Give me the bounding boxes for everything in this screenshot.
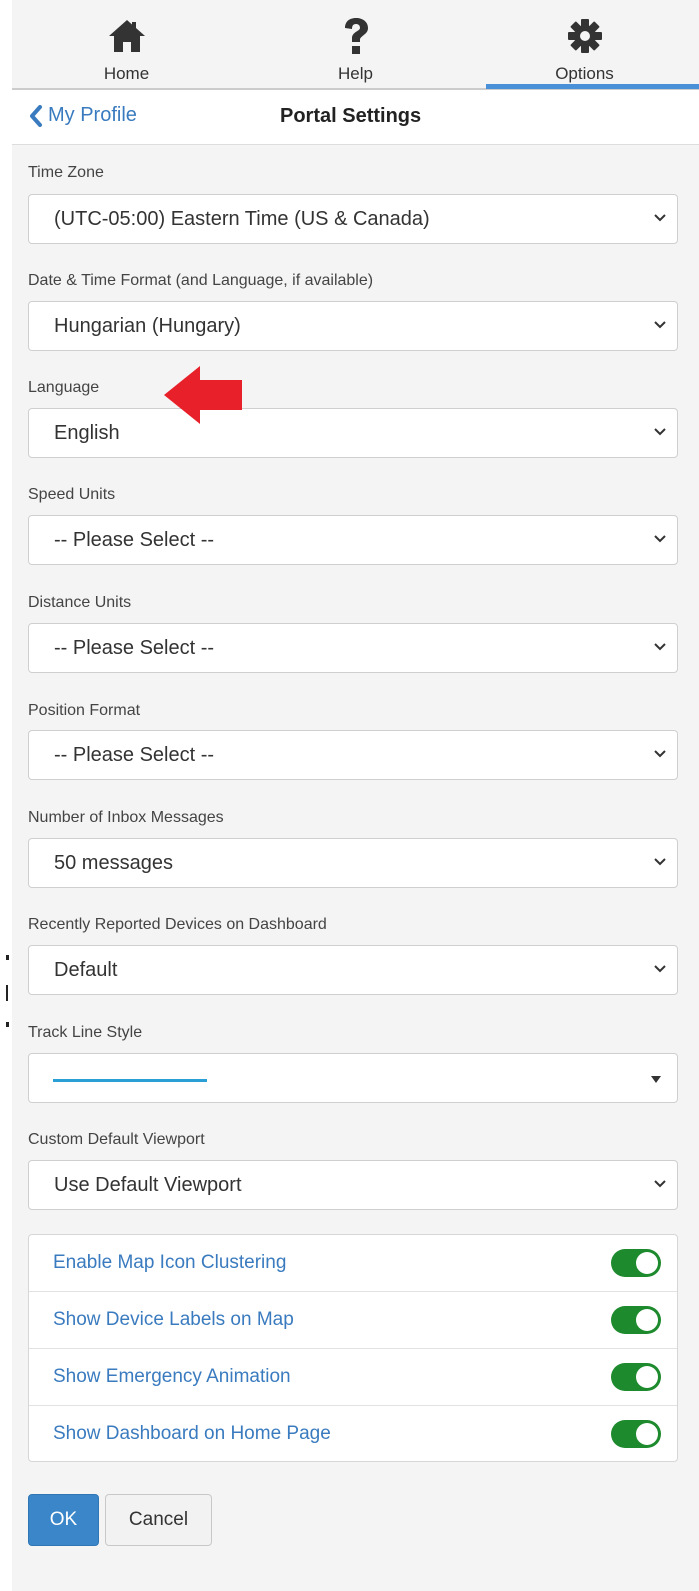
- distance-units-select[interactable]: -- Please Select --: [28, 623, 678, 673]
- chevron-down-icon: [654, 858, 666, 866]
- default-viewport-value: Use Default Viewport: [54, 1174, 242, 1196]
- switch-knob: [636, 1423, 658, 1445]
- toggle-row-device-labels: Show Device Labels on Map: [29, 1292, 677, 1349]
- toggle-label: Enable Map Icon Clustering: [53, 1252, 287, 1273]
- active-tab-indicator: [486, 84, 699, 89]
- nav-options[interactable]: Options: [470, 8, 699, 89]
- nav-help-label: Help: [338, 64, 373, 83]
- toggle-switch-emergency-animation[interactable]: [611, 1363, 661, 1391]
- back-link-label: My Profile: [48, 104, 137, 126]
- page-title: Portal Settings: [280, 105, 422, 127]
- chevron-down-icon: [654, 535, 666, 543]
- back-link-my-profile[interactable]: My Profile: [28, 104, 137, 127]
- chevron-down-icon: [654, 321, 666, 329]
- nav-home-label: Home: [103, 64, 150, 83]
- time-zone-value: (UTC-05:00) Eastern Time (US & Canada): [54, 208, 430, 230]
- recent-devices-select[interactable]: Default: [28, 945, 678, 995]
- speed-units-value: -- Please Select --: [54, 529, 215, 551]
- chevron-down-icon: [654, 643, 666, 651]
- track-line-preview: [53, 1079, 207, 1082]
- position-format-value: -- Please Select --: [54, 744, 215, 766]
- track-line-style-select[interactable]: [28, 1053, 678, 1103]
- toggle-switch-device-labels[interactable]: [611, 1306, 661, 1334]
- recent-devices-value: Default: [54, 959, 118, 981]
- top-navigation: Home Help Options: [12, 8, 699, 90]
- position-format-label: Position Format: [28, 702, 141, 719]
- toggle-row-map-icon-clustering: Enable Map Icon Clustering: [29, 1235, 677, 1292]
- cancel-button[interactable]: Cancel: [105, 1494, 212, 1546]
- caret-down-icon: [651, 1076, 661, 1083]
- speed-units-label: Speed Units: [28, 486, 116, 503]
- edge-mark: [6, 985, 8, 1001]
- switch-knob: [636, 1252, 658, 1274]
- switch-knob: [636, 1309, 658, 1331]
- chevron-down-icon: [654, 214, 666, 222]
- chevron-down-icon: [654, 428, 666, 436]
- language-select[interactable]: English: [28, 408, 678, 458]
- page-header: My Profile Portal Settings: [12, 90, 699, 145]
- distance-units-label: Distance Units: [28, 594, 132, 611]
- language-label: Language: [28, 379, 100, 396]
- toggle-label: Show Device Labels on Map: [53, 1309, 294, 1330]
- nav-help[interactable]: Help: [241, 8, 470, 88]
- date-format-value: Hungarian (Hungary): [54, 315, 241, 337]
- switch-knob: [636, 1366, 658, 1388]
- inbox-messages-value: 50 messages: [54, 852, 173, 874]
- inbox-messages-label: Number of Inbox Messages: [28, 809, 224, 826]
- toggle-row-emergency-animation: Show Emergency Animation: [29, 1349, 677, 1406]
- time-zone-select[interactable]: (UTC-05:00) Eastern Time (US & Canada): [28, 194, 678, 244]
- nav-options-label: Options: [555, 64, 614, 83]
- gear-icon: [563, 16, 607, 56]
- edge-mark: [6, 955, 9, 960]
- map-options-panel: Enable Map Icon Clustering Show Device L…: [28, 1234, 678, 1462]
- ok-button[interactable]: OK: [28, 1494, 99, 1546]
- toggle-label: Show Emergency Animation: [53, 1366, 291, 1387]
- toggle-switch-map-icon-clustering[interactable]: [611, 1249, 661, 1277]
- portal-settings-app: Home Help Options My Profile Portal Sett…: [12, 0, 699, 1591]
- position-format-select[interactable]: -- Please Select --: [28, 730, 678, 780]
- default-viewport-label: Custom Default Viewport: [28, 1131, 205, 1148]
- speed-units-select[interactable]: -- Please Select --: [28, 515, 678, 565]
- date-format-select[interactable]: Hungarian (Hungary): [28, 301, 678, 351]
- edge-mark: [6, 1022, 9, 1027]
- time-zone-label: Time Zone: [28, 164, 104, 181]
- default-viewport-select[interactable]: Use Default Viewport: [28, 1160, 678, 1210]
- home-icon: [105, 16, 149, 56]
- inbox-messages-select[interactable]: 50 messages: [28, 838, 678, 888]
- recent-devices-label: Recently Reported Devices on Dashboard: [28, 916, 327, 933]
- chevron-down-icon: [654, 1180, 666, 1188]
- help-icon: [334, 16, 378, 56]
- date-format-label: Date & Time Format (and Language, if ava…: [28, 272, 374, 289]
- nav-home[interactable]: Home: [12, 8, 241, 88]
- language-value: English: [54, 422, 120, 444]
- toggle-label: Show Dashboard on Home Page: [53, 1423, 331, 1444]
- distance-units-value: -- Please Select --: [54, 637, 215, 659]
- chevron-down-icon: [654, 965, 666, 973]
- chevron-down-icon: [654, 750, 666, 758]
- toggle-row-dashboard-home: Show Dashboard on Home Page: [29, 1406, 677, 1463]
- chevron-left-icon: [30, 104, 42, 127]
- annotation-arrow-icon: [164, 366, 242, 424]
- track-line-style-label: Track Line Style: [28, 1024, 143, 1041]
- toggle-switch-dashboard-home[interactable]: [611, 1420, 661, 1448]
